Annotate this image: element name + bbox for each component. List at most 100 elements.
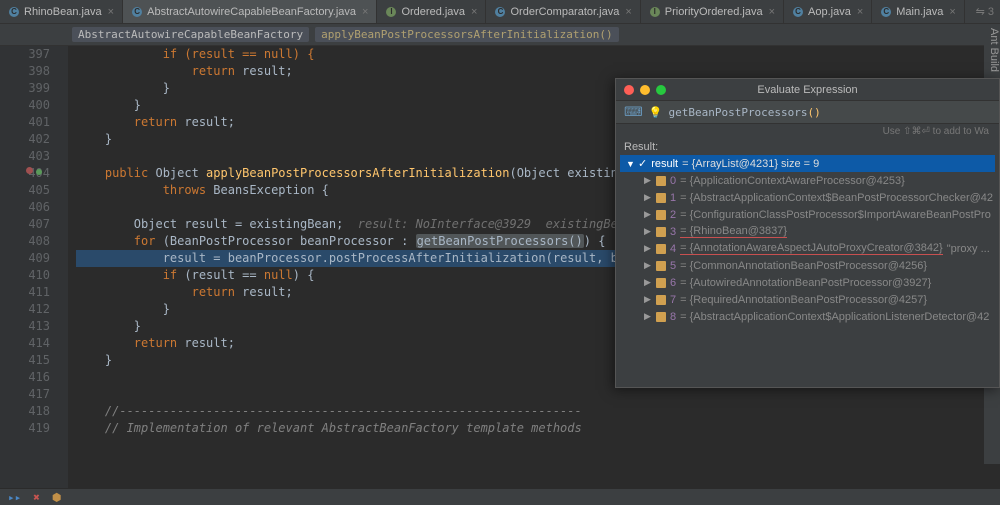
tree-item[interactable]: ▶ 4 = {AnnotationAwareAspectJAutoProxyCr…: [620, 240, 995, 257]
tree-key: 3: [670, 226, 676, 238]
tool-icon[interactable]: ✖: [33, 491, 40, 504]
line-number[interactable]: 414: [0, 335, 50, 352]
line-number[interactable]: 408: [0, 233, 50, 250]
tab-ordercomparator[interactable]: C OrderComparator.java ×: [486, 0, 640, 23]
gutter[interactable]: 3973983994004014024034044054064074084094…: [0, 46, 68, 488]
tree-item[interactable]: ▶ 7 = {RequiredAnnotationBeanPostProcess…: [620, 291, 995, 308]
dialog-titlebar[interactable]: Evaluate Expression: [616, 79, 999, 101]
tree-root[interactable]: ▼ ✓ result = {ArrayList@4231} size = 9: [620, 155, 995, 172]
expand-arrow-icon[interactable]: ▼: [626, 159, 634, 169]
tool-icon[interactable]: ▸▸: [8, 491, 21, 504]
expand-arrow-icon[interactable]: ▶: [644, 226, 652, 237]
tab-main[interactable]: C Main.java ×: [872, 0, 965, 23]
line-number[interactable]: 415: [0, 352, 50, 369]
tool-window-bar[interactable]: ▸▸ ✖ ⬢: [0, 489, 1000, 505]
override-gutter-icon[interactable]: [36, 169, 42, 175]
code-text: public: [76, 166, 148, 180]
tree-item[interactable]: ▶ 3 = {RhinoBean@3837}: [620, 223, 995, 240]
result-tree[interactable]: ▼ ✓ result = {ArrayList@4231} size = 9 ▶…: [616, 155, 999, 387]
line-number[interactable]: 401: [0, 114, 50, 131]
breadcrumb-class[interactable]: AbstractAutowireCapableBeanFactory: [72, 27, 309, 42]
line-number[interactable]: 412: [0, 301, 50, 318]
array-element-icon: [656, 312, 666, 322]
tool-icon[interactable]: ⬢: [52, 491, 62, 504]
tab-ordered[interactable]: I Ordered.java ×: [377, 0, 486, 23]
expression-input[interactable]: getBeanPostProcessors(): [668, 106, 991, 119]
expr-text: (): [808, 106, 821, 119]
line-number[interactable]: 413: [0, 318, 50, 335]
breadcrumb-method[interactable]: applyBeanPostProcessorsAfterInitializati…: [315, 27, 618, 42]
code-text: if (result == null) {: [76, 47, 314, 61]
expand-arrow-icon[interactable]: ▶: [644, 209, 652, 220]
tree-item[interactable]: ▶ 0 = {ApplicationContextAwareProcessor@…: [620, 172, 995, 189]
line-number[interactable]: 400: [0, 97, 50, 114]
tree-value: = {ApplicationContextAwareProcessor@4253…: [680, 175, 905, 187]
close-window-icon[interactable]: [624, 85, 634, 95]
close-icon[interactable]: ×: [769, 6, 775, 18]
zoom-window-icon[interactable]: [656, 85, 666, 95]
tab-label: RhinoBean.java: [24, 6, 102, 18]
expand-arrow-icon[interactable]: ▶: [644, 311, 652, 322]
tree-item[interactable]: ▶ 2 = {ConfigurationClassPostProcessor$I…: [620, 206, 995, 223]
expand-arrow-icon[interactable]: ▶: [644, 243, 652, 254]
expand-arrow-icon[interactable]: ▶: [644, 277, 652, 288]
line-number[interactable]: 398: [0, 63, 50, 80]
line-number[interactable]: 403: [0, 148, 50, 165]
code-text: return: [76, 336, 177, 350]
close-icon[interactable]: ×: [857, 6, 863, 18]
line-number[interactable]: 410: [0, 267, 50, 284]
close-icon[interactable]: ×: [949, 6, 955, 18]
tree-key: result: [651, 158, 678, 170]
tab-overflow[interactable]: ⇋ 3: [976, 5, 1000, 18]
line-number[interactable]: 402: [0, 131, 50, 148]
close-icon[interactable]: ×: [471, 6, 477, 18]
tree-item[interactable]: ▶ 5 = {CommonAnnotationBeanPostProcessor…: [620, 257, 995, 274]
tree-item[interactable]: ▶ 1 = {AbstractApplicationContext$BeanPo…: [620, 189, 995, 206]
line-number[interactable]: 407: [0, 216, 50, 233]
line-number[interactable]: 411: [0, 284, 50, 301]
tree-key: 8: [670, 311, 676, 323]
tab-label: Main.java: [896, 6, 943, 18]
tree-value: = {CommonAnnotationBeanPostProcessor@425…: [680, 260, 927, 272]
line-number[interactable]: 405: [0, 182, 50, 199]
tab-aop[interactable]: C Aop.java ×: [784, 0, 872, 23]
line-number[interactable]: 406: [0, 199, 50, 216]
evaluate-expression-dialog[interactable]: Evaluate Expression ⌨ 💡 getBeanPostProce…: [615, 78, 1000, 388]
tree-value: = {AbstractApplicationContext$Applicatio…: [680, 311, 989, 323]
tree-key: 0: [670, 175, 676, 187]
window-controls[interactable]: [624, 85, 666, 95]
line-number[interactable]: 409: [0, 250, 50, 267]
tab-abstractautowire[interactable]: C AbstractAutowireCapableBeanFactory.jav…: [123, 0, 377, 23]
expand-arrow-icon[interactable]: ▶: [644, 175, 652, 186]
line-number[interactable]: 418: [0, 403, 50, 420]
line-number[interactable]: 399: [0, 80, 50, 97]
expand-arrow-icon[interactable]: ▶: [644, 260, 652, 271]
tree-value: = {AbstractApplicationContext$BeanPostPr…: [680, 192, 993, 204]
tab-label: OrderComparator.java: [510, 6, 619, 18]
expand-arrow-icon[interactable]: ▶: [644, 294, 652, 305]
array-element-icon: [656, 278, 666, 288]
close-icon[interactable]: ×: [108, 6, 114, 18]
line-number[interactable]: 417: [0, 386, 50, 403]
tab-overflow-label: ⇋ 3: [976, 5, 994, 18]
close-icon[interactable]: ×: [625, 6, 631, 18]
result-icon: ✓: [638, 157, 647, 170]
tree-item[interactable]: ▶ 8 = {AbstractApplicationContext$Applic…: [620, 308, 995, 325]
expand-arrow-icon[interactable]: ▶: [644, 192, 652, 203]
close-icon[interactable]: ×: [362, 6, 368, 18]
line-number[interactable]: 397: [0, 46, 50, 63]
expr-text: getBeanPostProcessors: [668, 106, 807, 119]
tab-label: Aop.java: [808, 6, 851, 18]
line-number[interactable]: 416: [0, 369, 50, 386]
breadcrumb: AbstractAutowireCapableBeanFactory apply…: [0, 24, 1000, 46]
line-number[interactable]: 419: [0, 420, 50, 437]
minimize-window-icon[interactable]: [640, 85, 650, 95]
code-text: result;: [177, 336, 235, 350]
breakpoint-icon[interactable]: [26, 167, 33, 174]
tab-rhinobean[interactable]: C RhinoBean.java ×: [0, 0, 123, 23]
tab-priorityordered[interactable]: I PriorityOrdered.java ×: [641, 0, 784, 23]
intention-bulb-icon[interactable]: 💡: [649, 106, 663, 119]
line-number[interactable]: 404: [0, 165, 50, 182]
tree-item[interactable]: ▶ 6 = {AutowiredAnnotationBeanPostProces…: [620, 274, 995, 291]
code-text: //--------------------------------------…: [76, 404, 582, 418]
